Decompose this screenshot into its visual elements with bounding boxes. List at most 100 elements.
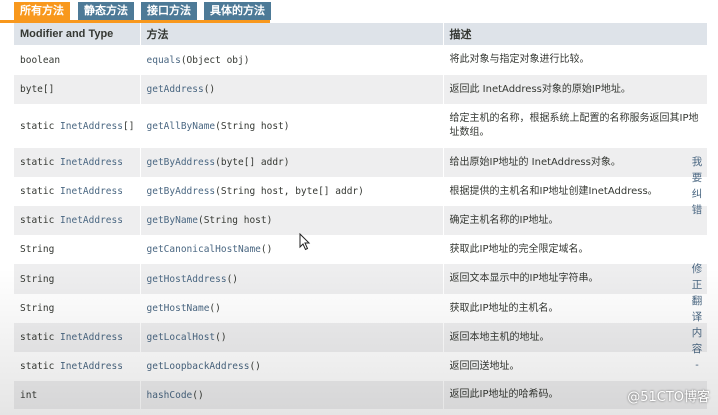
modifier-text: static: [20, 186, 61, 197]
tab-static-methods[interactable]: 静态方法: [78, 2, 134, 20]
description-cell: 返回此 InetAddress对象的原始IP地址。: [443, 75, 708, 104]
method-params: (): [260, 244, 273, 255]
method-cell: getByName(String host): [140, 206, 444, 235]
table-row: String getHostName() 获取此IP地址的主机名。: [14, 294, 708, 323]
mouse-cursor-icon: [299, 233, 311, 251]
table-row: byte[] getAddress() 返回此 InetAddress对象的原始IP…: [14, 75, 708, 104]
method-cell: getByAddress(String host, byte[] addr): [140, 177, 444, 206]
side-char: -: [695, 359, 699, 371]
side-char: 我: [691, 156, 703, 168]
method-cell: getLoopbackAddress(): [140, 352, 444, 381]
description-cell: 确定主机名称的IP地址。: [443, 206, 708, 235]
modifier-cell: byte[]: [14, 75, 141, 104]
table-row: static InetAddress getLocalHost() 返回本地主机的地…: [14, 323, 708, 352]
method-name-link[interactable]: getHostAddress: [147, 274, 227, 285]
tab-concrete-methods[interactable]: 具体的方法: [204, 2, 271, 20]
side-char: 正: [691, 279, 703, 291]
method-name-link[interactable]: hashCode: [147, 390, 193, 401]
modifier-text: static: [20, 361, 61, 372]
modifier-cell: static InetAddress: [14, 352, 141, 381]
method-name-link[interactable]: equals: [147, 55, 181, 66]
type-link[interactable]: InetAddress: [60, 157, 123, 168]
method-name-link[interactable]: getByName: [147, 215, 198, 226]
table-row: int hashCode() 返回此IP地址的哈希码。: [14, 381, 708, 409]
modifier-text: String: [20, 303, 55, 314]
description-cell: 返回文本显示中的IP地址字符串。: [443, 264, 708, 294]
method-name-link[interactable]: getByAddress: [147, 157, 216, 168]
side-char: 纠: [691, 188, 703, 200]
modifier-text: static: [20, 215, 61, 226]
method-params: (): [215, 332, 227, 343]
header-description: 描述: [443, 23, 708, 45]
description-cell: 返回本地主机的地址。: [443, 323, 708, 352]
method-cell: getLocalHost(): [140, 323, 444, 352]
method-cell: getByAddress(byte[] addr): [140, 148, 444, 177]
description-cell: 获取此IP地址的完全限定域名。: [443, 235, 708, 264]
method-params: (): [192, 389, 204, 401]
method-name-link[interactable]: getAllByName: [147, 121, 216, 132]
table-row: static InetAddress getByName(String host)…: [14, 206, 708, 235]
table-row: String getCanonicalHostName() 获取此IP地址的完全限定…: [14, 235, 708, 264]
modifier-cell: static InetAddress: [14, 148, 141, 177]
method-params: (String host): [197, 215, 273, 226]
side-char: 内: [691, 327, 703, 339]
header-method: 方法: [140, 23, 444, 45]
method-cell: hashCode(): [140, 381, 444, 409]
description-cell: 给出原始IP地址的 InetAddress对象。: [443, 148, 708, 177]
modifier-text: String: [20, 244, 55, 255]
tab-interface-methods[interactable]: 接口方法: [141, 2, 197, 20]
description-cell: 给定主机的名称，根据系统上配置的名称服务返回其IP地址数组。: [443, 104, 708, 148]
type-link[interactable]: InetAddress: [60, 121, 123, 132]
type-link[interactable]: InetAddress: [60, 361, 123, 372]
method-name-link[interactable]: getHostName: [147, 303, 210, 314]
method-tab-bar: 所有方法 静态方法 接口方法 具体的方法: [0, 0, 718, 23]
side-char: 修: [691, 263, 703, 275]
modifier-text: byte[]: [20, 84, 55, 95]
table-row: boolean equals(Object obj) 将此对象与指定对象进行比较。: [14, 45, 708, 75]
method-cell: getCanonicalHostName(): [140, 235, 444, 264]
method-cell: getHostName(): [140, 294, 444, 323]
method-params: (byte[] addr): [215, 157, 290, 168]
method-params: (): [226, 273, 239, 285]
method-name-link[interactable]: getAddress: [147, 84, 204, 95]
type-link[interactable]: InetAddress: [60, 332, 123, 343]
modifier-text: boolean: [20, 54, 61, 66]
description-cell: 返回回送地址。: [443, 352, 708, 381]
table-row: static InetAddress getByAddress(byte[] ad…: [14, 148, 708, 177]
method-params: (String host): [215, 120, 290, 132]
method-params: (): [249, 361, 261, 372]
side-char: 错: [691, 204, 703, 216]
method-name-link[interactable]: getLoopbackAddress: [147, 361, 250, 372]
report-error-link[interactable]: 我 要 纠 错: [690, 154, 704, 218]
method-name-link[interactable]: getByAddress: [147, 186, 216, 197]
modifier-cell: static InetAddress: [14, 206, 141, 235]
method-params: (): [203, 84, 216, 95]
method-params: (Object obj): [180, 54, 250, 66]
method-name-link[interactable]: getLocalHost: [147, 332, 216, 343]
modifier-cell: String: [14, 264, 141, 294]
description-cell: 根据提供的主机名和IP地址创建InetAddress。: [443, 177, 708, 206]
modifier-text: String: [20, 273, 55, 285]
watermark: @51CTO博客: [627, 390, 710, 405]
tab-all-methods[interactable]: 所有方法: [14, 2, 70, 20]
side-char: 翻: [691, 295, 703, 307]
table-row: static InetAddress getLoopbackAddress() 返回…: [14, 352, 708, 381]
description-cell: 将此对象与指定对象进行比较。: [443, 45, 708, 75]
table-row: static InetAddress getByAddress(String ho…: [14, 177, 708, 206]
side-char: 容: [691, 343, 703, 355]
modifier-cell: static InetAddress[]: [14, 104, 141, 148]
table-row: String getHostAddress() 返回文本显示中的IP地址字符串。: [14, 264, 708, 294]
side-char: 译: [691, 311, 703, 323]
method-name-link[interactable]: getCanonicalHostName: [147, 244, 261, 255]
modifier-cell: static InetAddress: [14, 177, 141, 206]
edit-translation-link[interactable]: 修 正 翻 译 内 容 -: [690, 261, 704, 373]
type-link[interactable]: InetAddress: [60, 186, 123, 197]
modifier-cell: String: [14, 235, 141, 264]
table-row: static InetAddress[] getAllByName(String …: [14, 104, 708, 148]
modifier-text: static: [20, 332, 61, 343]
side-char: 要: [691, 172, 703, 184]
method-cell: equals(Object obj): [140, 45, 444, 75]
modifier-cell: int: [14, 381, 141, 409]
type-link[interactable]: InetAddress: [60, 215, 123, 226]
method-cell: getAllByName(String host): [140, 104, 444, 148]
